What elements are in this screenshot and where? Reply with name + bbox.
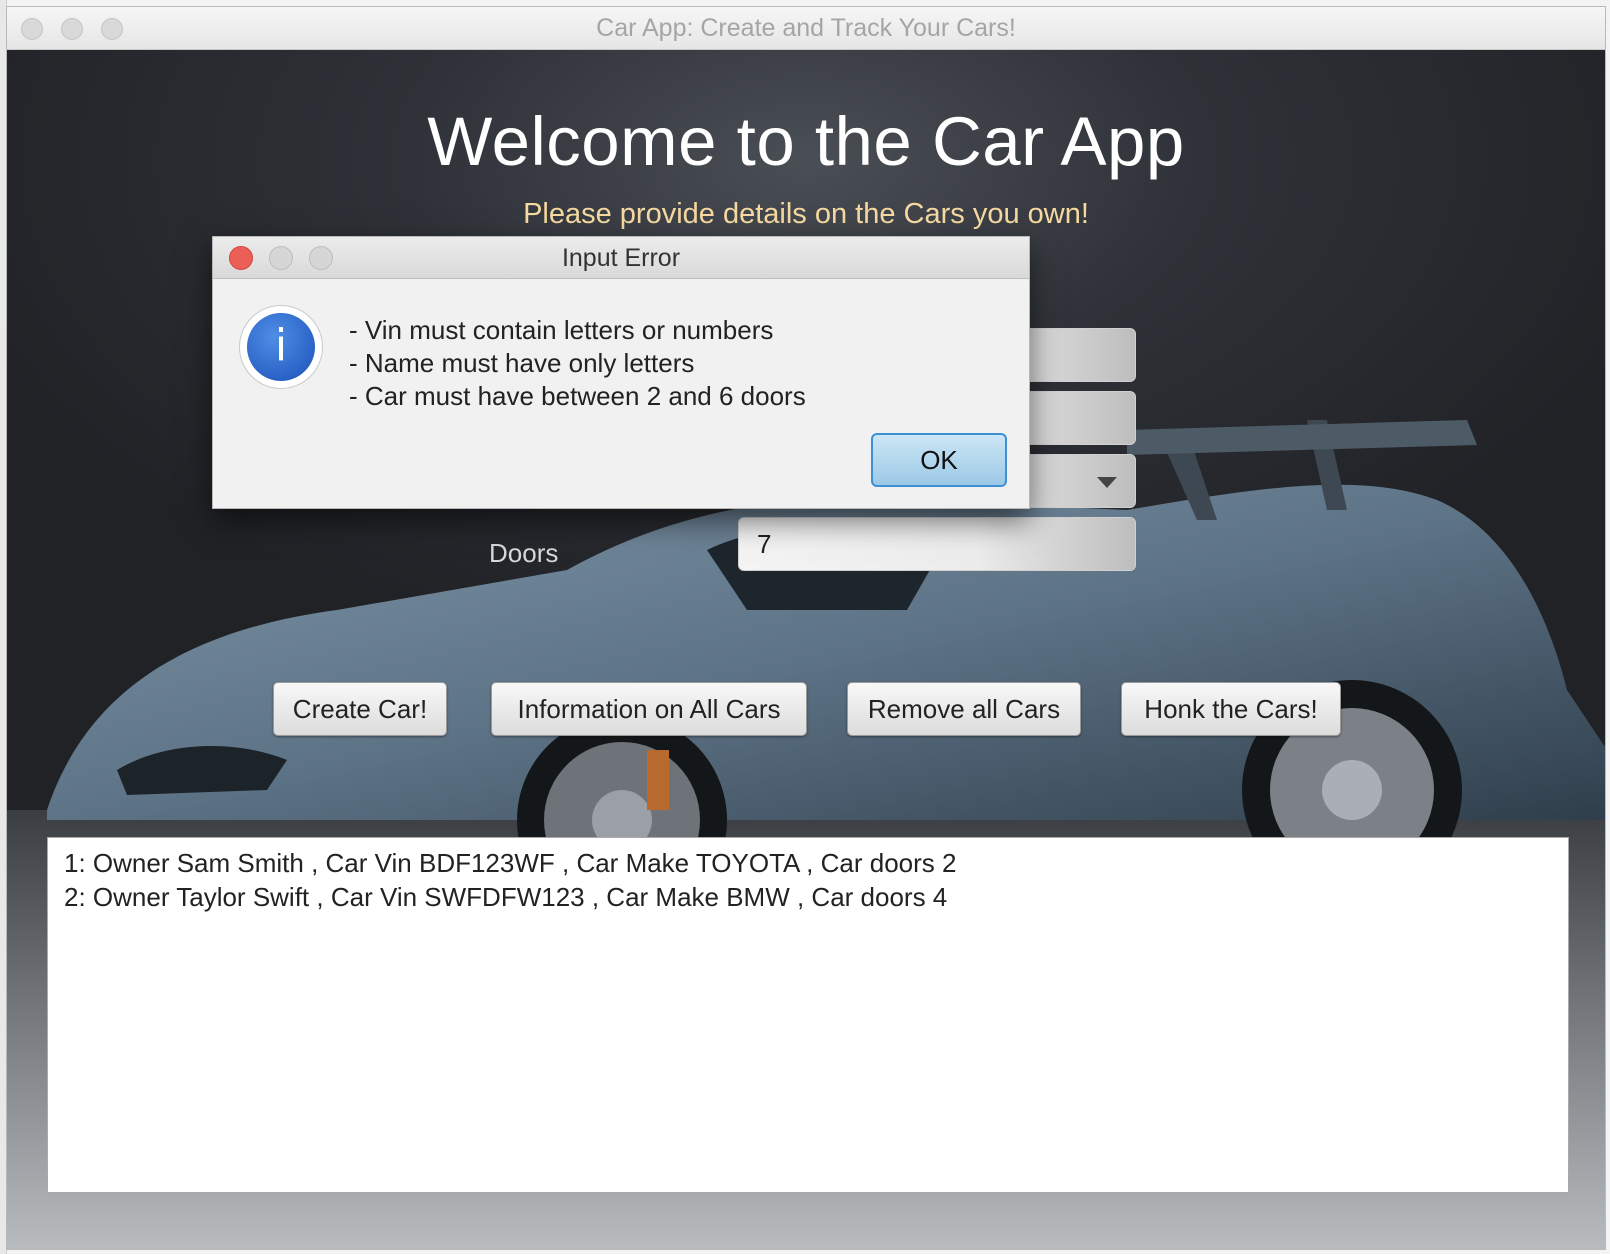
create-car-button[interactable]: Create Car! [273,682,447,736]
window-title: Car App: Create and Track Your Cars! [596,14,1016,42]
dialog-titlebar: Input Error [213,237,1029,279]
remove-all-cars-button[interactable]: Remove all Cars [847,682,1081,736]
error-message: - Name must have only letters [349,348,695,378]
input-error-dialog: Input Error i - Vin must contain letters… [212,236,1030,509]
chevron-down-icon [1097,477,1117,488]
doors-label: Doors [489,538,559,568]
dialog-title: Input Error [561,244,681,272]
welcome-subtitle: Please provide details on the Cars you o… [523,198,1089,230]
information-all-cars-button[interactable]: Information on All Cars [491,682,807,736]
cars-output-area[interactable]: 1: Owner Sam Smith , Car Vin BDF123WF , … [47,837,1569,1193]
error-message: - Car must have between 2 and 6 doors [349,381,806,411]
app-window: Car App: Create and Track Your Cars! Wel… [6,6,1606,1250]
info-icon: i [239,305,323,389]
doors-input[interactable]: 7 [738,517,1136,571]
welcome-heading: Welcome to the Car App [427,103,1185,180]
info-icon-glyph: i [247,313,315,381]
ok-button[interactable]: OK [871,433,1007,487]
output-line: 1: Owner Sam Smith , Car Vin BDF123WF , … [64,848,957,878]
window-titlebar: Car App: Create and Track Your Cars! [7,7,1605,50]
honk-cars-button[interactable]: Honk the Cars! [1121,682,1341,736]
app-content: Welcome to the Car App Please provide de… [7,50,1605,1249]
output-line: 2: Owner Taylor Swift , Car Vin SWFDFW12… [64,882,948,912]
error-message: - Vin must contain letters or numbers [349,315,774,345]
